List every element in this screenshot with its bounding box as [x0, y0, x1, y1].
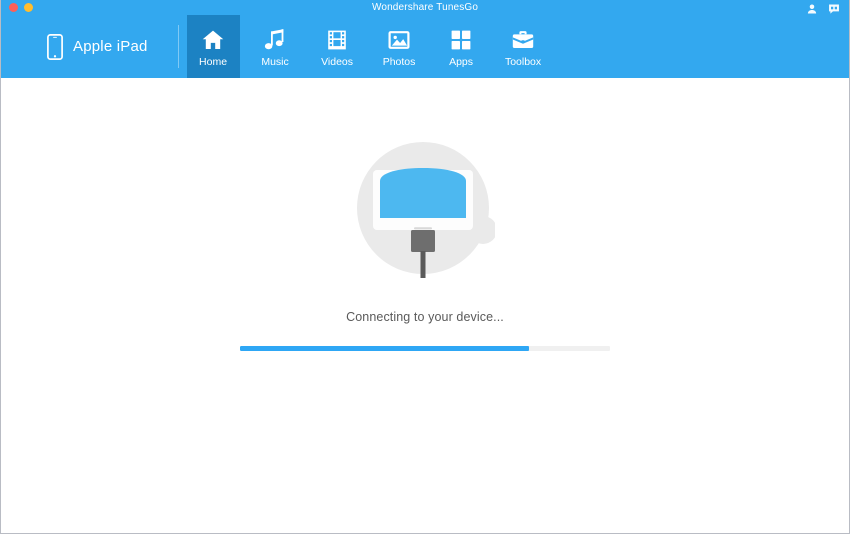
device-name-label: Apple iPad: [73, 38, 148, 55]
home-icon: [201, 28, 225, 52]
device-connecting-illustration: [355, 138, 495, 278]
nav-item-toolbox[interactable]: Toolbox: [497, 15, 550, 78]
nav-label-home: Home: [199, 55, 228, 68]
minimize-button[interactable]: [24, 3, 33, 12]
nav-label-music: Music: [261, 55, 289, 68]
nav-item-photos[interactable]: Photos: [373, 15, 426, 78]
window-controls: [9, 0, 33, 15]
nav-item-apps[interactable]: Apps: [435, 15, 488, 78]
toolbox-icon: [511, 28, 535, 52]
nav-label-videos: Videos: [321, 55, 354, 68]
feedback-icon[interactable]: [828, 2, 840, 14]
nav-label-photos: Photos: [382, 55, 416, 68]
main-content: Connecting to your device...: [1, 78, 849, 532]
apps-icon: [449, 28, 473, 52]
tablet-icon: [47, 33, 63, 60]
window-title: Wondershare TunesGo: [371, 2, 479, 13]
nav-item-music[interactable]: Music: [249, 15, 302, 78]
progress-bar: [240, 346, 610, 351]
title-bar-actions: [806, 0, 840, 15]
title-bar: Wondershare TunesGo: [1, 0, 849, 15]
connected-device[interactable]: Apple iPad: [1, 15, 148, 78]
nav-label-toolbox: Toolbox: [504, 55, 542, 68]
photo-icon: [387, 28, 411, 52]
account-icon[interactable]: [806, 2, 818, 14]
nav-item-home[interactable]: Home: [186, 15, 240, 78]
header-divider: [177, 25, 179, 68]
main-nav: Home Music Videos Photos Apps Toolbox: [186, 15, 550, 78]
app-window: Wondershare TunesGo Apple iPad Home Musi…: [0, 0, 850, 534]
progress-bar-fill: [240, 346, 529, 351]
app-header: Apple iPad Home Music Videos Photos Apps…: [1, 15, 849, 78]
video-icon: [325, 28, 349, 52]
nav-item-videos[interactable]: Videos: [311, 15, 364, 78]
close-button[interactable]: [9, 3, 18, 12]
status-text: Connecting to your device...: [346, 310, 504, 324]
music-icon: [263, 28, 287, 52]
nav-label-apps: Apps: [449, 55, 474, 68]
